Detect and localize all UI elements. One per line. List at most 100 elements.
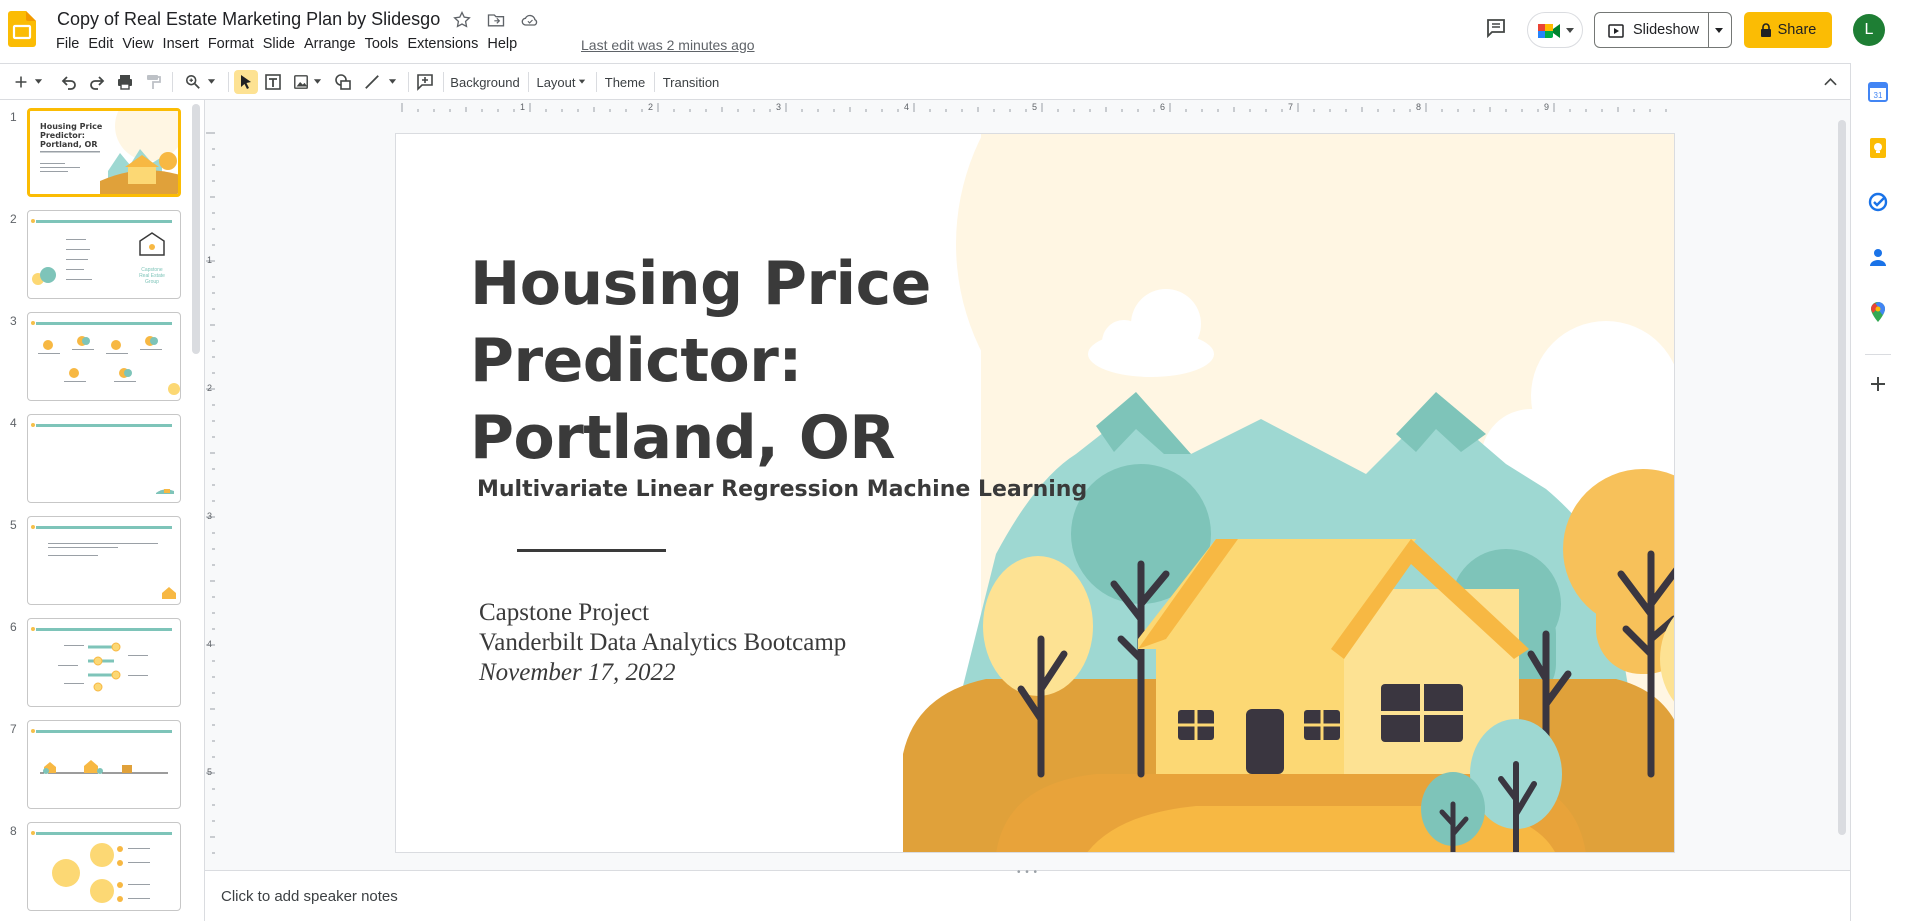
keep-icon[interactable] [1867,137,1889,159]
line-icon [364,75,379,89]
slide-thumbnail[interactable]: Capstone Real Estate Group [27,210,181,299]
last-edit-link[interactable]: Last edit was 2 minutes ago [581,37,755,53]
shape-tool[interactable] [332,70,354,94]
menu-help[interactable]: Help [487,36,524,52]
collapse-toolbar-button[interactable] [1820,70,1840,94]
slide-number: 2 [10,212,17,226]
filmstrip-slide[interactable]: 5 [0,516,200,612]
meet-button[interactable] [1527,12,1583,48]
slideshow-options-chevron-icon[interactable] [1714,27,1724,35]
canvas-scrollbar[interactable] [1838,120,1846,835]
move-to-folder-icon[interactable] [486,10,506,30]
slide-thumbnail-selected[interactable]: Housing Price Predictor: Portland, OR [27,108,181,197]
meet-icon [1538,24,1560,38]
toolbar: Background Layout Theme Transition [0,63,1850,100]
new-slide-button[interactable] [8,70,48,94]
filmstrip-slide[interactable]: 8 [0,822,200,918]
zoom-button[interactable] [180,70,220,94]
slide-canvas[interactable]: Housing Price Predictor: Portland, OR Mu… [395,133,1675,853]
calendar-icon[interactable]: 31 [1867,81,1889,103]
add-comment-button[interactable] [414,70,436,94]
slideshow-button[interactable]: Slideshow [1594,12,1732,48]
star-icon[interactable] [452,10,472,30]
maps-icon[interactable] [1867,301,1889,323]
menu-view[interactable]: View [122,36,160,52]
text-box-tool[interactable] [262,70,284,94]
slide-filmstrip: 1 Housing Price Predictor: Portland, OR [0,100,205,921]
slide-number: 1 [10,110,17,124]
shape-icon [335,74,351,90]
menu-insert[interactable]: Insert [163,36,206,52]
slide-thumbnail[interactable] [27,516,181,605]
select-tool[interactable] [234,70,258,94]
layout-button[interactable]: Layout [534,70,588,94]
undo-button[interactable] [58,70,80,94]
cloud-saved-icon[interactable] [520,10,540,30]
filmstrip-slide[interactable]: 4 [0,414,200,510]
title-divider-line[interactable] [517,549,666,552]
slide-number: 7 [10,722,17,736]
date-line: November 17, 2022 [479,659,676,686]
share-button[interactable]: Share [1744,12,1832,48]
line-tool[interactable] [360,70,400,94]
filmstrip-slide[interactable]: 7 [0,720,200,816]
menu-file[interactable]: File [56,36,86,52]
theme-button[interactable]: Theme [602,70,648,94]
tasks-icon[interactable] [1867,191,1889,213]
transition-button[interactable]: Transition [660,70,722,94]
ruler-tick-label: 3 [207,511,213,521]
filmstrip-slide[interactable]: 1 Housing Price Predictor: Portland, OR [0,108,200,204]
menu-slide[interactable]: Slide [263,36,302,52]
ruler-tick-label: 5 [207,767,213,777]
slide-subtitle[interactable]: Multivariate Linear Regression Machine L… [477,477,1087,502]
ruler-tick-label: 3 [776,102,782,112]
insert-image-button[interactable] [290,70,324,94]
lock-icon [1760,23,1771,37]
slide-thumbnail[interactable] [27,822,181,911]
background-button[interactable]: Background [449,70,521,94]
slide-number: 8 [10,824,17,838]
text-box-icon [265,74,281,90]
filmstrip-slide[interactable]: 6 [0,618,200,714]
menu-tools[interactable]: Tools [365,36,406,52]
slide-1-thumbnail-art: Housing Price Predictor: Portland, OR [30,111,178,194]
comments-icon[interactable] [1484,16,1508,40]
chevron-down-icon [578,79,585,84]
redo-icon [90,76,105,90]
filmstrip-slide[interactable]: 3 [0,312,200,408]
menu-extensions[interactable]: Extensions [407,36,485,52]
chevron-up-icon [1823,78,1837,86]
menu-edit[interactable]: Edit [88,36,120,52]
slides-app: Copy of Real Estate Marketing Plan by Sl… [0,0,1905,921]
paint-format-icon [147,75,161,89]
speaker-notes-placeholder[interactable]: Click to add speaker notes [221,888,398,905]
slide-2-thumbnail-art: Capstone Real Estate Group [32,232,165,285]
chevron-down-icon [313,79,321,84]
speaker-notes-panel[interactable]: • • • Click to add speaker notes [205,867,1850,921]
user-avatar[interactable]: L [1853,14,1885,46]
ruler-tick-label: 1 [520,102,526,112]
slide-thumbnail[interactable] [27,618,181,707]
redo-button[interactable] [86,70,108,94]
document-title[interactable]: Copy of Real Estate Marketing Plan by Sl… [57,9,440,30]
notes-resize-handle[interactable]: • • • [1017,867,1038,878]
print-button[interactable] [114,70,136,94]
vertical-ruler [206,132,215,854]
slide-title[interactable]: Housing Price Predictor: Portland, OR [470,246,1030,477]
slide-thumbnail[interactable] [27,312,181,401]
slides-logo-icon[interactable] [8,11,36,47]
svg-text:31: 31 [1874,91,1883,100]
slide-details-text[interactable]: Capstone Project Vanderbilt Data Analyti… [479,598,846,688]
slide-6-thumbnail-art [58,642,148,692]
menu-arrange[interactable]: Arrange [304,36,363,52]
menu-format[interactable]: Format [208,36,261,52]
contacts-icon[interactable] [1867,246,1889,268]
slide-5-thumbnail-art [48,543,176,599]
slide-thumbnail[interactable] [27,414,181,503]
print-icon [118,75,132,90]
get-addons-icon[interactable] [1867,373,1889,395]
menu-bar: File Edit View Insert Format Slide Arran… [56,36,526,52]
paint-format-button[interactable] [142,70,164,94]
filmstrip-slide[interactable]: 2 Capstone Real Estate Group [0,210,200,306]
slide-thumbnail[interactable] [27,720,181,809]
